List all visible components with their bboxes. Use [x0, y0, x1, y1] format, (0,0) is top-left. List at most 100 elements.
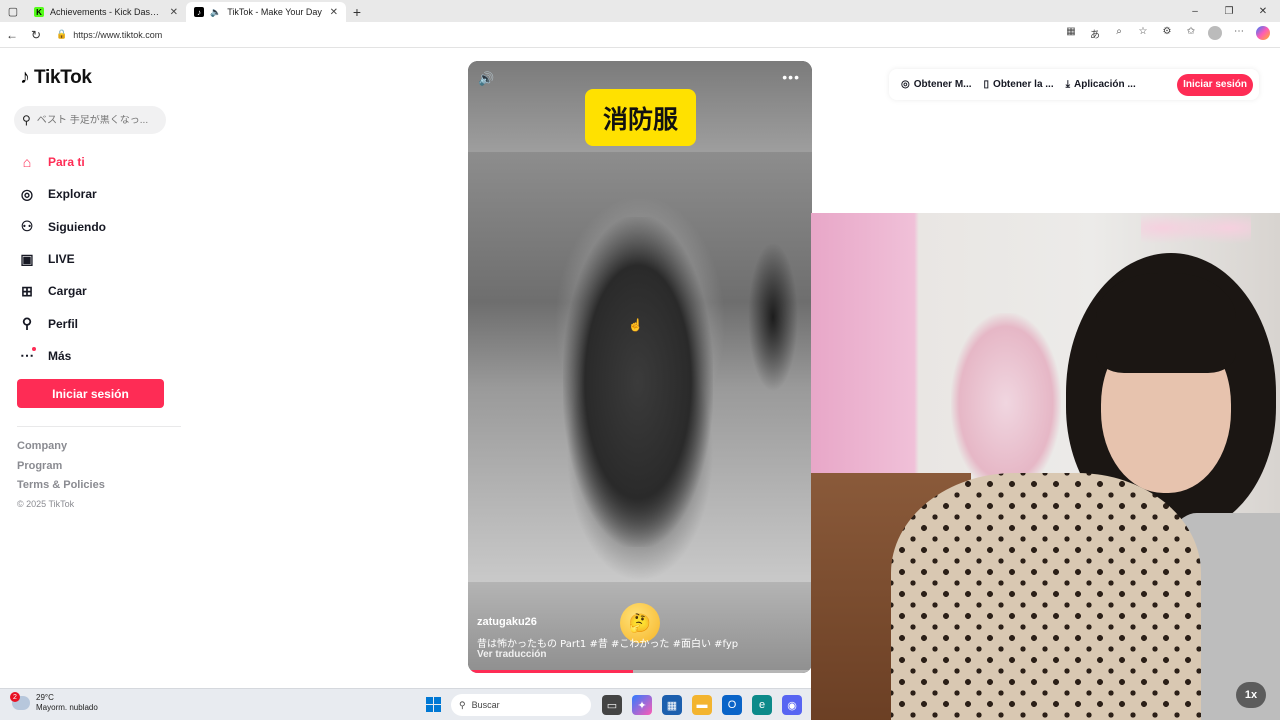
translate-icon[interactable]: あ: [1086, 26, 1104, 43]
sidebar-item-para-ti[interactable]: ⌂ Para ti: [18, 146, 106, 178]
edge-icon[interactable]: e: [752, 695, 772, 715]
sidebar-nav: ⌂ Para ti ◎ Explorar ⚇ Siguiendo ▣ LIVE …: [18, 146, 106, 372]
video-player[interactable]: 消防服 🔊 ••• 🤔 zatugaku26 昔は怖かったもの Part1 #昔…: [468, 61, 812, 673]
login-button[interactable]: Iniciar sesión: [17, 379, 164, 408]
kick-icon: K: [34, 7, 44, 17]
copyright: © 2025 TikTok: [17, 498, 75, 509]
weather-widget[interactable]: 2 29°C Mayorm. nublado: [10, 692, 98, 713]
sidebar-item-label: Cargar: [48, 284, 87, 299]
home-icon: ⌂: [22, 154, 32, 171]
taskbar-search-label: Buscar: [471, 700, 500, 710]
taskbar-apps: ▭ ✦ ▦ ▬ O e ◉: [602, 695, 802, 715]
url-text: https://www.tiktok.com: [73, 29, 163, 40]
maximize-icon[interactable]: ❐: [1212, 6, 1246, 17]
profile-icon[interactable]: [1206, 26, 1224, 43]
tab-title: TikTok - Make Your Day: [227, 7, 322, 17]
back-icon[interactable]: ←: [0, 28, 24, 42]
sidebar-item-explorar[interactable]: ◎ Explorar: [18, 178, 106, 210]
top-right-actions: ◎ Obtener M... ▯ Obtener la ... ⤓ Aplica…: [889, 69, 1259, 100]
favorite-star-icon[interactable]: ☆: [1134, 26, 1152, 43]
footer-link-program[interactable]: Program: [17, 460, 105, 480]
sidebar-item-siguiendo[interactable]: ⚇ Siguiendo: [18, 211, 106, 243]
cloud-icon: 2: [10, 692, 30, 710]
windows-taskbar: 2 29°C Mayorm. nublado ⚲ Buscar ▭ ✦ ▦ ▬ …: [0, 688, 811, 720]
search-box[interactable]: ⚲: [14, 106, 166, 134]
close-icon[interactable]: ✕: [330, 7, 338, 18]
divider: [17, 426, 181, 427]
tiktok-logo[interactable]: ♪ TikTok: [20, 66, 92, 89]
footer-link-terms[interactable]: Terms & Policies: [17, 479, 105, 499]
webcam-chair: [951, 313, 1061, 493]
new-tab-button[interactable]: +: [346, 2, 368, 22]
compass-icon: ◎: [20, 185, 34, 202]
browser-toolbar: ▦ あ ⌕ ☆ ⚙ ✩ ⋯: [1062, 26, 1280, 43]
video-caption[interactable]: 昔は怖かったもの Part1 #昔 #こわかった #面白い #fyp: [477, 635, 738, 650]
store-icon[interactable]: ▦: [662, 695, 682, 715]
see-translation-link[interactable]: Ver traducción: [477, 649, 546, 660]
copilot-icon[interactable]: [1254, 26, 1272, 43]
weather-description: Mayorm. nublado: [36, 703, 98, 712]
extensions-icon[interactable]: ⚙: [1158, 26, 1176, 43]
lock-icon[interactable]: 🔒: [56, 29, 67, 40]
url-field[interactable]: 🔒 https://www.tiktok.com: [56, 29, 1062, 40]
outlook-icon[interactable]: O: [722, 695, 742, 715]
favorites-icon[interactable]: ✩: [1182, 26, 1200, 43]
file-explorer-icon[interactable]: ▬: [692, 695, 712, 715]
video-author[interactable]: zatugaku26: [477, 616, 537, 628]
desktop-app-button[interactable]: ⤓ Aplicación ...: [1066, 79, 1136, 90]
more-icon: ⋯: [20, 347, 36, 364]
sidebar: ♪ TikTok ⚲ ⌂ Para ti ◎ Explorar ⚇ Siguie…: [0, 48, 200, 688]
pill-label: Aplicación ...: [1074, 79, 1136, 90]
search-icon[interactable]: ⚲: [22, 113, 31, 127]
tab-kick-dashboard[interactable]: K Achievements - Kick Dashboard ✕: [26, 2, 186, 22]
task-view-icon[interactable]: ▭: [602, 695, 622, 715]
footer-links: Company Program Terms & Policies © 2025 …: [17, 440, 105, 518]
taskbar-search[interactable]: ⚲ Buscar: [451, 694, 591, 716]
sidebar-item-mas[interactable]: ⋯ Más: [18, 340, 106, 372]
sidebar-item-perfil[interactable]: ⚲ Perfil: [18, 307, 106, 339]
playback-speed-button[interactable]: 1x: [1236, 682, 1266, 708]
menu-icon[interactable]: ⋯: [1230, 26, 1248, 43]
windows-start-icon[interactable]: [426, 697, 441, 712]
footer-link-company[interactable]: Company: [17, 440, 105, 460]
discord-icon[interactable]: ◉: [782, 695, 802, 715]
sidebar-item-cargar[interactable]: ⊞ Cargar: [18, 275, 106, 307]
upload-icon: ⊞: [21, 282, 33, 299]
minimize-icon[interactable]: –: [1178, 6, 1212, 17]
more-options-icon[interactable]: •••: [782, 69, 800, 85]
login-button-top[interactable]: Iniciar sesión: [1177, 73, 1253, 96]
video-frame[interactable]: [468, 152, 812, 582]
close-icon[interactable]: ✕: [170, 7, 178, 18]
zoom-icon[interactable]: ⌕: [1110, 26, 1128, 43]
webcam-overlay: [811, 213, 1280, 720]
profile-icon: ⚲: [21, 315, 33, 332]
get-app-button[interactable]: ▯ Obtener la ...: [984, 79, 1054, 90]
copilot-app-icon[interactable]: ✦: [632, 695, 652, 715]
tab-actions-icon[interactable]: ▢: [0, 0, 26, 22]
close-window-icon[interactable]: ✕: [1246, 6, 1280, 17]
webcam-blanket: [891, 473, 1201, 720]
notification-badge: 2: [10, 692, 20, 702]
logo-text: TikTok: [34, 66, 92, 88]
reload-icon[interactable]: ↻: [24, 28, 48, 42]
video-progress-bar[interactable]: [468, 670, 812, 673]
temperature: 29°C: [36, 693, 54, 702]
get-coins-button[interactable]: ◎ Obtener M...: [901, 79, 972, 90]
sidebar-item-label: Siguiendo: [48, 219, 106, 234]
sidebar-item-label: Más: [48, 348, 72, 363]
webcam-bangs: [1096, 273, 1236, 373]
tab-tiktok[interactable]: ♪ 🔈 TikTok - Make Your Day ✕: [186, 2, 346, 22]
sidebar-item-label: Para ti: [48, 155, 85, 170]
video-progress-fill: [468, 670, 634, 673]
search-input[interactable]: [36, 114, 153, 126]
live-icon: ▣: [20, 250, 34, 267]
following-icon: ⚇: [20, 218, 34, 235]
webcam-bunny-ears: [1141, 213, 1251, 253]
app-available-icon[interactable]: ▦: [1062, 26, 1080, 43]
coin-icon: ◎: [901, 79, 910, 90]
sidebar-item-label: LIVE: [48, 252, 75, 267]
tab-title: Achievements - Kick Dashboard: [50, 7, 164, 17]
sidebar-item-live[interactable]: ▣ LIVE: [18, 243, 106, 275]
volume-icon[interactable]: 🔊: [478, 71, 494, 87]
speaker-icon[interactable]: 🔈: [210, 7, 221, 18]
